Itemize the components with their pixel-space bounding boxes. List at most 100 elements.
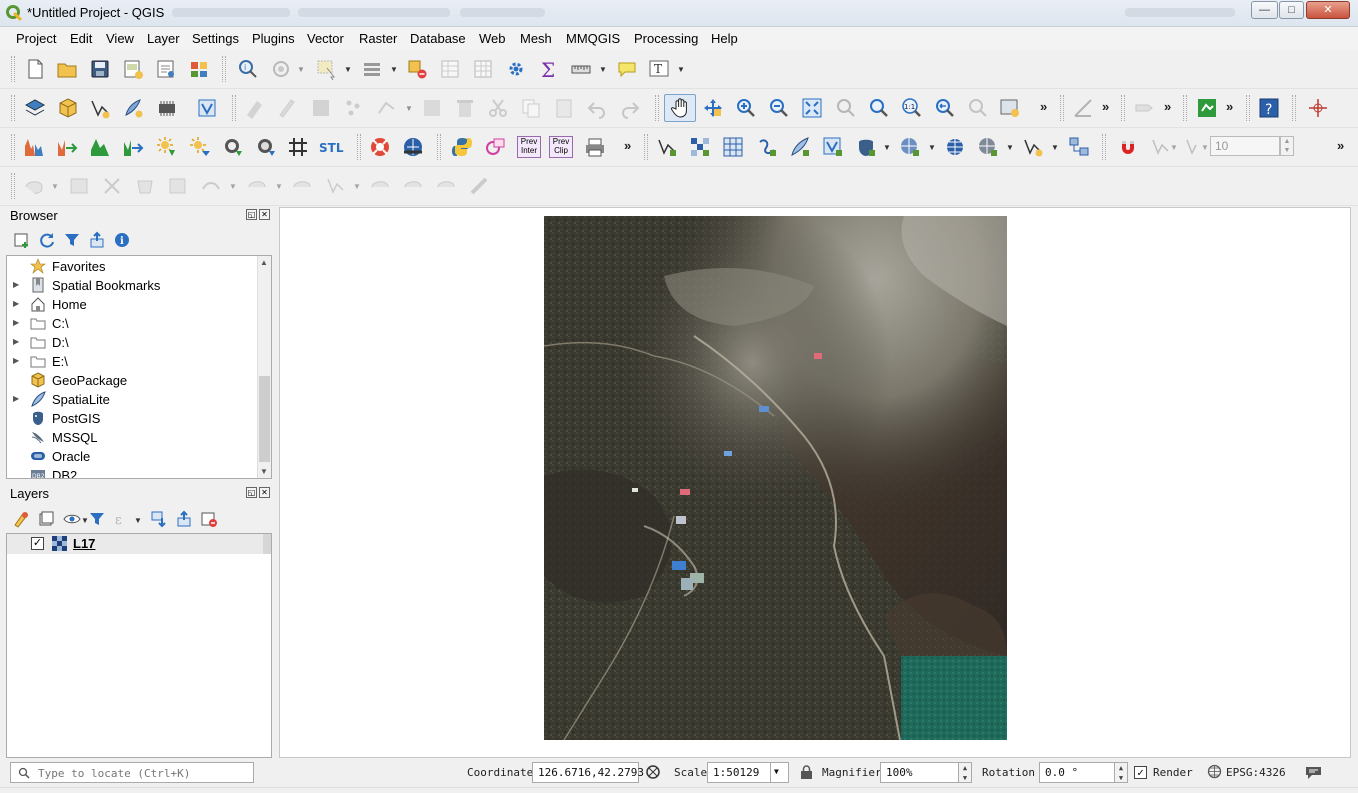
undo-icon[interactable] [586,97,608,119]
chevron-down-icon[interactable]: ▼ [677,65,685,74]
browser-item[interactable]: ▶ SpatiaLite [7,390,257,409]
rotation-field[interactable]: 0.0 ° [1039,762,1115,783]
new-spatialite-layer-icon[interactable] [122,97,144,119]
attribute-toolbar-icon[interactable] [361,58,383,80]
profile-tool-icon[interactable] [23,136,45,158]
browser-item[interactable]: ▶ E:\ [7,352,257,371]
expand-arrow-icon[interactable]: ▶ [13,318,19,327]
chevron-down-icon[interactable]: ▼ [229,182,237,191]
zoom-out-icon[interactable] [768,97,790,119]
toolbar-grip[interactable] [1246,95,1250,121]
menu-view[interactable]: View [106,31,134,46]
magnifier-spinner[interactable]: ▲ ▼ [958,762,972,783]
browser-item[interactable]: ▶ Home [7,295,257,314]
zoom-in-icon[interactable] [735,97,757,119]
lifebuoy-icon[interactable] [369,136,391,158]
profile-compare-icon[interactable] [56,136,78,158]
float-panel-button[interactable]: ◱ [246,209,257,220]
layer-styling-icon[interactable] [12,510,30,528]
close-panel-button[interactable]: ✕ [259,209,270,220]
add-point-feature-icon[interactable] [343,97,365,119]
save-edits-icon[interactable] [310,97,332,119]
menu-web[interactable]: Web [479,31,506,46]
expand-arrow-icon[interactable]: ▶ [13,337,19,346]
toolbar-grip[interactable] [232,95,236,121]
open-project-icon[interactable] [56,58,78,80]
toolbar-grip[interactable] [11,173,15,199]
toolbar-grip[interactable] [1183,95,1187,121]
style-manager-icon[interactable] [188,58,210,80]
chevron-down-icon[interactable]: ▼ [1006,143,1014,152]
fill-ring-icon[interactable] [68,175,90,197]
menu-vector[interactable]: Vector [307,31,344,46]
manage-visibility-icon[interactable] [63,510,81,528]
merge-features-icon[interactable] [369,175,391,197]
toolbar-grip[interactable] [1292,95,1296,121]
split-features-icon[interactable] [246,175,268,197]
rotate-point-symbols-icon[interactable] [402,175,424,197]
select-features-icon[interactable] [315,58,337,80]
raster-pixels-icon[interactable] [689,136,711,158]
properties-info-icon[interactable]: i [113,231,131,249]
chevron-down-icon[interactable]: ▼ [353,182,361,191]
crs-globe-icon[interactable] [1207,764,1222,779]
new-print-layout-icon[interactable] [122,58,144,80]
delete-ring-icon[interactable] [101,175,123,197]
toolbar-grip[interactable] [655,95,659,121]
chevron-down-icon[interactable]: ▼ [599,65,607,74]
satellite-raster-layer[interactable] [544,216,1007,740]
locator-search-field[interactable]: Type to locate (Ctrl+K) [10,762,254,783]
add-vertex-icon[interactable] [656,136,678,158]
zoom-to-layer-icon[interactable] [867,97,889,119]
hillshade-shadow-icon[interactable] [189,136,211,158]
wcs-layer-icon[interactable] [944,136,966,158]
split-parts-icon[interactable] [291,175,313,197]
vertex-tool-icon[interactable] [376,97,398,119]
maximize-button[interactable]: □ [1279,1,1304,19]
refresh-icon[interactable] [38,231,56,249]
browser-item[interactable]: ▶ Spatial Bookmarks [7,276,257,295]
virtual-layer-add-icon[interactable] [822,136,844,158]
toolbar-grip[interactable] [1121,95,1125,121]
coordinate-field[interactable]: 126.6716,42.2793 [532,762,644,783]
filter-browser-icon[interactable] [63,231,81,249]
elevation-profile-icon[interactable] [89,136,111,158]
chevron-down-icon[interactable]: ▼ [344,65,352,74]
coordinate-capture-icon[interactable] [1307,97,1329,119]
redo-icon[interactable] [619,97,641,119]
show-layout-manager-icon[interactable] [155,58,177,80]
magnifier-field[interactable]: 100% [880,762,960,783]
expand-arrow-icon[interactable]: ▶ [13,280,19,289]
snapping-layer-icon[interactable] [1150,136,1172,158]
delete-selected-icon[interactable] [454,97,476,119]
map-tips-icon[interactable] [616,58,638,80]
more-tools-chevron[interactable]: » [624,138,631,153]
measure-line-icon[interactable] [570,58,592,80]
chevron-down-icon[interactable]: ▼ [275,182,283,191]
new-project-icon[interactable] [24,58,46,80]
snapping-tolerance-spinner[interactable]: ▲ ▼ [1280,136,1294,156]
browser-item[interactable]: DB2 DB2 [7,466,257,478]
add-selected-layers-icon[interactable] [13,231,31,249]
zoom-to-selection-icon[interactable] [834,97,856,119]
print-icon[interactable] [584,136,606,158]
new-memory-layer-icon[interactable] [156,97,178,119]
select-by-intersect-icon[interactable] [484,136,506,158]
cut-features-icon[interactable] [487,97,509,119]
label-tool-icon[interactable] [1133,97,1155,119]
float-panel-button[interactable]: ◱ [246,487,257,498]
chevron-down-icon[interactable]: ▼ [51,182,59,191]
menu-layer[interactable]: Layer [147,31,180,46]
browser-scrollbar[interactable]: ▲ ▼ [257,256,271,478]
crs-label[interactable]: EPSG:4326 [1226,766,1286,779]
postgis-layer-icon[interactable] [855,136,877,158]
menu-edit[interactable]: Edit [70,31,92,46]
map-canvas[interactable] [279,207,1351,758]
add-group-icon[interactable] [37,510,55,528]
render-checkbox[interactable]: ✓ [1134,766,1147,779]
layer-name-l17[interactable]: L17 [73,536,95,551]
chevron-down-icon[interactable]: ▼ [297,65,305,74]
menu-settings[interactable]: Settings [192,31,239,46]
minimize-button[interactable]: — [1251,1,1278,19]
scroll-up-arrow[interactable]: ▲ [260,258,268,267]
